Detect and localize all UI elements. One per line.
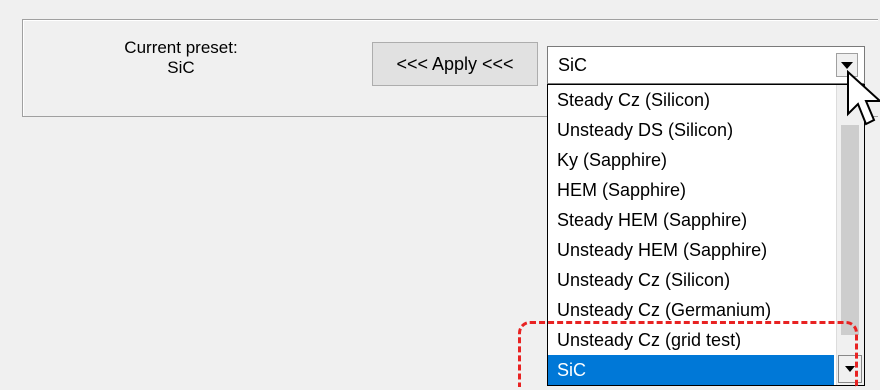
scrollbar-thumb[interactable] — [841, 125, 859, 335]
dropdown-item-ky-sapphire[interactable]: Ky (Sapphire) — [548, 145, 834, 175]
current-preset-caption: Current preset: — [124, 38, 238, 57]
preset-window: Current preset: SiC <<< Apply <<< SiC St… — [0, 0, 880, 390]
dropdown-item-unsteady-ds-silicon[interactable]: Unsteady DS (Silicon) — [548, 115, 834, 145]
preset-dropdown-list[interactable]: Steady Cz (Silicon) Unsteady DS (Silicon… — [547, 84, 865, 386]
apply-button[interactable]: <<< Apply <<< — [372, 42, 538, 86]
mouse-pointer-icon — [847, 70, 880, 126]
current-preset-label: Current preset: SiC — [96, 38, 266, 78]
current-preset-value: SiC — [167, 58, 195, 77]
dropdown-item-unsteady-cz-grid-test[interactable]: Unsteady Cz (grid test) — [548, 325, 834, 355]
dropdown-item-unsteady-hem-sapphire[interactable]: Unsteady HEM (Sapphire) — [548, 235, 834, 265]
preset-combobox-value: SiC — [558, 55, 588, 75]
dropdown-item-unsteady-cz-germanium[interactable]: Unsteady Cz (Germanium) — [548, 295, 834, 325]
arrow-down-icon — [845, 366, 855, 372]
dropdown-item-unsteady-cz-silicon[interactable]: Unsteady Cz (Silicon) — [548, 265, 834, 295]
dropdown-item-hem-sapphire[interactable]: HEM (Sapphire) — [548, 175, 834, 205]
dropdown-item-steady-cz-silicon[interactable]: Steady Cz (Silicon) — [548, 85, 834, 115]
dropdown-scrollbar[interactable] — [836, 85, 864, 385]
dropdown-item-sic[interactable]: SiC — [548, 355, 834, 385]
dropdown-item-steady-hem-sapphire[interactable]: Steady HEM (Sapphire) — [548, 205, 834, 235]
preset-combobox[interactable]: SiC — [547, 46, 865, 84]
scroll-down-button[interactable] — [838, 355, 862, 383]
